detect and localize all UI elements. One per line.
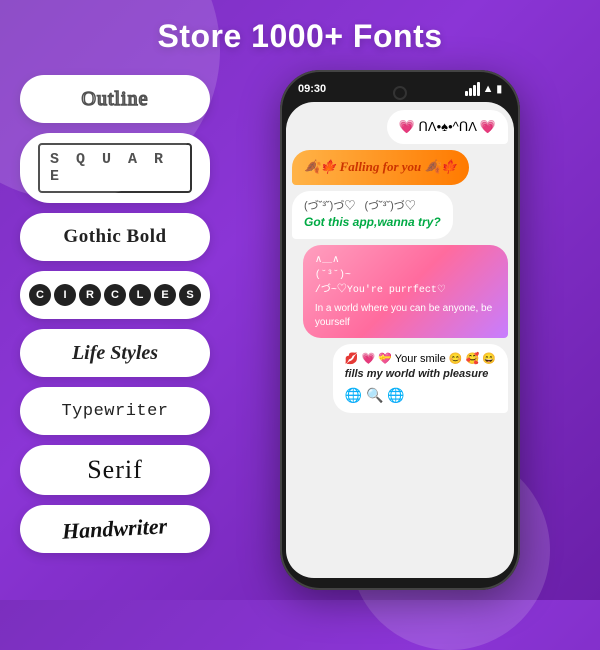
font-item-gothic[interactable]: Gothic Bold: [20, 213, 210, 261]
font-item-typewriter[interactable]: Typewriter: [20, 387, 210, 435]
wifi-icon: ▲: [483, 83, 494, 95]
chat-bubble-2: 🍂🍁 Falling for you 🍂🍁: [292, 150, 469, 184]
phone-screen: 💗 ՈΛ•♠•^ՈΛ 💗 🍂🍁 Falling for you 🍂🍁 (づ˘³˘…: [286, 102, 514, 578]
battery-icon: ▮: [496, 84, 502, 95]
time-display: 09:30: [298, 83, 326, 95]
font-item-handwriter[interactable]: Handwriter: [20, 505, 210, 553]
phone-device: 09:30 ▲ ▮: [280, 70, 520, 590]
signal-icon: [465, 82, 480, 96]
status-icons: ▲ ▮: [465, 82, 502, 96]
font-label-handwriter: Handwriter: [62, 513, 168, 544]
circles-wrapper: C I R C L E S: [29, 284, 201, 306]
chat-bubble-3: (づ˘³˘)づ♡ (づ˘³˘)づ♡ Got this app,wanna try…: [292, 191, 453, 239]
font-label-typewriter: Typewriter: [61, 402, 168, 421]
font-label-lifestyle: Life Styles: [72, 342, 158, 365]
font-item-circles[interactable]: C I R C L E S: [20, 271, 210, 319]
status-bar: 09:30 ▲ ▮: [286, 82, 514, 102]
chat-bubble-4: ∧＿∧(˘³˘)~/づ~♡You're purrfect♡ In a world…: [303, 245, 508, 338]
chat-bubble-5: 💋 💗 💝 Your smile 😊 🥰 😄 fills my world wi…: [333, 344, 508, 413]
camera-notch: [393, 86, 407, 100]
font-label-gothic: Gothic Bold: [63, 226, 166, 248]
font-item-serif[interactable]: Serif: [20, 445, 210, 495]
chat-bubble-1: 💗 ՈΛ•♠•^ՈΛ 💗: [387, 110, 508, 144]
font-item-lifestyle[interactable]: Life Styles: [20, 329, 210, 377]
font-label-serif: Serif: [87, 455, 143, 485]
